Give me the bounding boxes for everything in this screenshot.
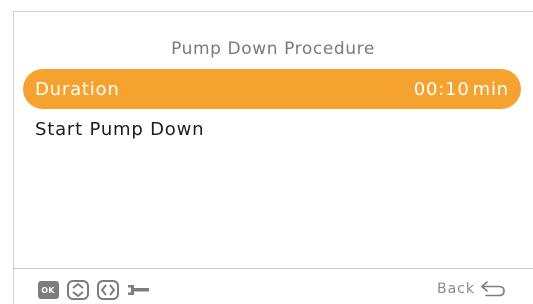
menu-item-duration[interactable]: Duration 00:10 min [23,69,521,109]
menu-item-start-pump-down[interactable]: Start Pump Down [23,109,521,149]
page-title: Pump Down Procedure [171,39,375,59]
back-label: Back [437,281,475,297]
footer-divider [13,268,533,269]
back-button[interactable]: Back [437,276,506,302]
ok-icon: OK [36,279,60,301]
frame-border-top [13,11,533,12]
ok-icon-label: OK [37,281,59,299]
left-right-arrows-icon [96,279,120,301]
back-arrow-icon [481,281,505,297]
wrench-icon [126,279,150,301]
duration-unit: min [472,78,509,100]
duration-time: 00:10 [413,78,470,100]
duration-value: 00:10 min [414,79,509,100]
menu-item-label: Duration [35,78,120,100]
up-down-arrows-icon [66,279,90,301]
menu-item-label: Start Pump Down [35,118,205,140]
footer-key-hints: OK [36,279,156,301]
pump-down-screen: Pump Down Procedure Duration 00:10 min S… [0,0,533,304]
